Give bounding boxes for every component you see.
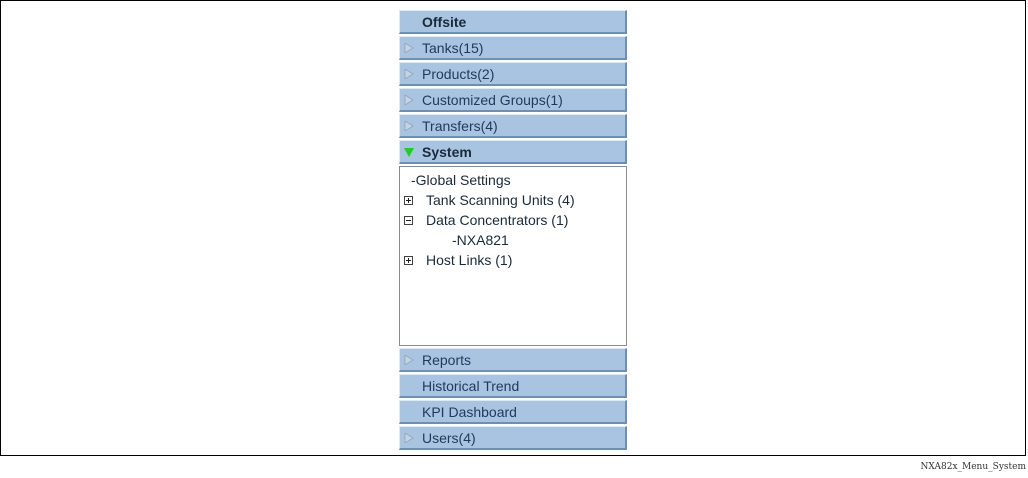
menu-item-label: Customized Groups(1): [422, 92, 563, 108]
navigation-menu: Offsite Tanks(15) Products(2) Customized…: [399, 10, 627, 452]
menu-item-historical-trend[interactable]: Historical Trend: [399, 374, 627, 398]
menu-item-label: Users(4): [422, 430, 476, 446]
tree-item-label: Data Concentrators (1): [426, 212, 569, 228]
menu-item-kpi-dashboard[interactable]: KPI Dashboard: [399, 400, 627, 424]
collapse-arrow-icon: [404, 148, 414, 157]
tree-item-label: Host Links (1): [426, 252, 513, 268]
tree-item-global-settings[interactable]: -Global Settings: [411, 170, 511, 190]
menu-item-label: Tanks(15): [422, 40, 484, 56]
menu-item-label: Historical Trend: [422, 378, 520, 394]
expand-arrow-icon: [404, 433, 414, 443]
plus-box-icon[interactable]: [404, 256, 413, 265]
expand-arrow-icon: [404, 121, 414, 131]
menu-item-label: Transfers(4): [422, 118, 498, 134]
tree-item-label: -Global Settings: [411, 172, 511, 188]
menu-item-reports[interactable]: Reports: [399, 348, 627, 372]
menu-item-system[interactable]: System: [399, 140, 627, 164]
menu-item-label: KPI Dashboard: [422, 404, 517, 420]
menu-item-products[interactable]: Products(2): [399, 62, 627, 86]
tree-item-label: Tank Scanning Units (4): [426, 192, 575, 208]
menu-item-users[interactable]: Users(4): [399, 426, 627, 450]
plus-box-icon[interactable]: [404, 196, 413, 205]
tree-item-label: -NXA821: [452, 232, 509, 248]
menu-item-customized-groups[interactable]: Customized Groups(1): [399, 88, 627, 112]
expand-arrow-icon: [404, 69, 414, 79]
expand-arrow-icon: [404, 355, 414, 365]
menu-header-offsite[interactable]: Offsite: [399, 10, 627, 34]
menu-item-label: Reports: [422, 352, 472, 368]
expand-arrow-icon: [404, 95, 414, 105]
menu-item-tanks[interactable]: Tanks(15): [399, 36, 627, 60]
tree-item-nxa821[interactable]: -NXA821: [452, 230, 509, 250]
system-tree-panel: -Global Settings Tank Scanning Units (4)…: [399, 166, 627, 346]
menu-item-label: System: [422, 144, 472, 160]
menu-item-label: Products(2): [422, 66, 495, 82]
figure-caption: NXA82x_Menu_System: [920, 462, 1026, 472]
menu-header-label: Offsite: [422, 14, 467, 30]
expand-arrow-icon: [404, 43, 414, 53]
minus-box-icon[interactable]: [404, 216, 413, 225]
menu-item-transfers[interactable]: Transfers(4): [399, 114, 627, 138]
